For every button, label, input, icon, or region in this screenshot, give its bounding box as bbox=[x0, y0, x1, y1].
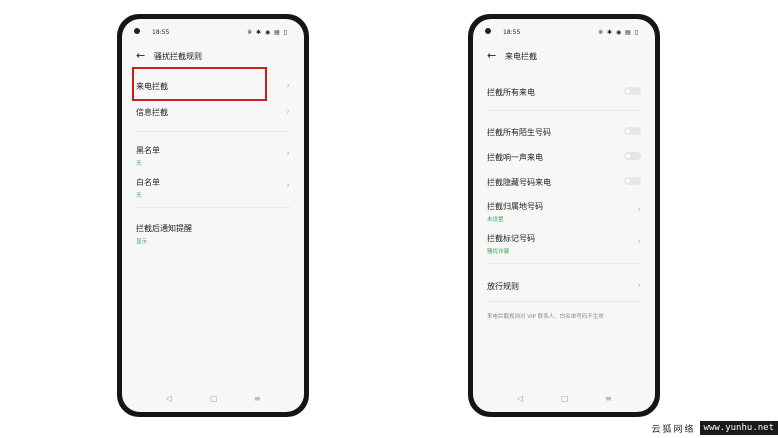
menu-item-block-notification[interactable]: 拦截后通知提醒 显示 bbox=[136, 223, 290, 245]
menu-item-value: 骚扰诈骗 bbox=[487, 249, 510, 255]
chevron-right-icon: › bbox=[286, 181, 290, 191]
setting-label: 拦截所有陌生号码 bbox=[487, 128, 551, 137]
back-arrow-icon[interactable]: ← bbox=[487, 49, 496, 63]
stage: 18:55 ※ ✱ ◉ ▤ ▯ ← 骚扰拦截规则 来电拦截 › 信息拦截 › 黑… bbox=[0, 0, 778, 438]
setting-label: 拦截所有来电 bbox=[487, 88, 535, 97]
status-bar: 18:55 ※ ✱ ◉ ▤ ▯ bbox=[122, 27, 304, 39]
nav-home-icon[interactable]: ▢ bbox=[210, 394, 218, 403]
menu-item-label: 白名单 bbox=[136, 178, 160, 187]
menu-item-message-block[interactable]: 信息拦截 › bbox=[136, 107, 290, 118]
menu-item-allow-rules[interactable]: 放行规则 › bbox=[487, 281, 641, 292]
nav-bar: ◁ ▢ ≡ bbox=[473, 394, 655, 406]
watermark-brand: 云狐网络 bbox=[651, 424, 696, 435]
menu-item-block-region[interactable]: 拦截归属地号码 未设置 › bbox=[487, 201, 641, 223]
phone-left: 18:55 ※ ✱ ◉ ▤ ▯ ← 骚扰拦截规则 来电拦截 › 信息拦截 › 黑… bbox=[117, 14, 309, 417]
menu-item-blacklist[interactable]: 黑名单 无 › bbox=[136, 145, 290, 167]
menu-item-value: 无 bbox=[136, 161, 142, 167]
setting-block-all-calls: 拦截所有来电 bbox=[487, 87, 641, 98]
nav-home-icon[interactable]: ▢ bbox=[561, 394, 569, 403]
menu-item-whitelist[interactable]: 白名单 无 › bbox=[136, 177, 290, 199]
setting-label: 拦截隐藏号码来电 bbox=[487, 178, 551, 187]
menu-item-label: 放行规则 bbox=[487, 282, 519, 291]
rules-note: 来电拦截规则对 VIP 联系人、白名单号码不生效 bbox=[487, 314, 604, 320]
status-time: 18:55 bbox=[152, 29, 170, 36]
menu-item-label: 拦截后通知提醒 bbox=[136, 224, 192, 233]
screen-left: 18:55 ※ ✱ ◉ ▤ ▯ ← 骚扰拦截规则 来电拦截 › 信息拦截 › 黑… bbox=[122, 19, 304, 412]
nav-back-icon[interactable]: ◁ bbox=[166, 394, 172, 403]
phone-right: 18:55 ※ ✱ ◉ ▤ ▯ ← 来电拦截 拦截所有来电 拦截所有陌生号码 拦… bbox=[468, 14, 660, 417]
highlight-box bbox=[132, 67, 267, 101]
setting-block-strangers: 拦截所有陌生号码 bbox=[487, 127, 641, 138]
divider bbox=[487, 263, 641, 264]
menu-item-label: 信息拦截 bbox=[136, 108, 168, 117]
divider bbox=[487, 110, 641, 111]
watermark-url: www.yunhu.net bbox=[699, 421, 778, 435]
menu-item-label: 拦截标记号码 bbox=[487, 234, 535, 243]
page-title: 来电拦截 bbox=[505, 52, 537, 61]
chevron-right-icon: › bbox=[286, 81, 290, 91]
block-hidden-numbers-toggle[interactable] bbox=[624, 177, 641, 185]
nav-menu-icon[interactable]: ≡ bbox=[254, 394, 261, 403]
divider bbox=[487, 301, 641, 302]
watermark: 云狐网络 www.yunhu.net bbox=[652, 420, 778, 436]
title-bar: ← 来电拦截 bbox=[473, 49, 655, 65]
block-all-calls-toggle[interactable] bbox=[624, 87, 641, 95]
screen-right: 18:55 ※ ✱ ◉ ▤ ▯ ← 来电拦截 拦截所有来电 拦截所有陌生号码 拦… bbox=[473, 19, 655, 412]
status-time: 18:55 bbox=[503, 29, 521, 36]
nav-menu-icon[interactable]: ≡ bbox=[605, 394, 612, 403]
chevron-right-icon: › bbox=[637, 237, 641, 247]
block-one-ring-toggle[interactable] bbox=[624, 152, 641, 160]
status-bar: 18:55 ※ ✱ ◉ ▤ ▯ bbox=[473, 27, 655, 39]
status-icons: ※ ✱ ◉ ▤ ▯ bbox=[247, 29, 288, 36]
page-title: 骚扰拦截规则 bbox=[154, 52, 202, 61]
chevron-right-icon: › bbox=[286, 107, 290, 117]
nav-bar: ◁ ▢ ≡ bbox=[122, 394, 304, 406]
setting-block-one-ring: 拦截响一声来电 bbox=[487, 152, 641, 163]
back-arrow-icon[interactable]: ← bbox=[136, 49, 145, 63]
block-strangers-toggle[interactable] bbox=[624, 127, 641, 135]
chevron-right-icon: › bbox=[286, 149, 290, 159]
menu-item-value: 显示 bbox=[136, 239, 148, 245]
menu-item-value: 无 bbox=[136, 193, 142, 199]
divider bbox=[136, 207, 290, 208]
setting-block-hidden-numbers: 拦截隐藏号码来电 bbox=[487, 177, 641, 188]
chevron-right-icon: › bbox=[637, 205, 641, 215]
status-icons: ※ ✱ ◉ ▤ ▯ bbox=[598, 29, 639, 36]
title-bar: ← 骚扰拦截规则 bbox=[122, 49, 304, 65]
nav-back-icon[interactable]: ◁ bbox=[517, 394, 523, 403]
chevron-right-icon: › bbox=[637, 281, 641, 291]
setting-label: 拦截响一声来电 bbox=[487, 153, 543, 162]
menu-item-label: 拦截归属地号码 bbox=[487, 202, 543, 211]
menu-item-label: 黑名单 bbox=[136, 146, 160, 155]
menu-item-block-marked[interactable]: 拦截标记号码 骚扰诈骗 › bbox=[487, 233, 641, 255]
menu-item-value: 未设置 bbox=[487, 217, 504, 223]
divider bbox=[136, 131, 290, 132]
